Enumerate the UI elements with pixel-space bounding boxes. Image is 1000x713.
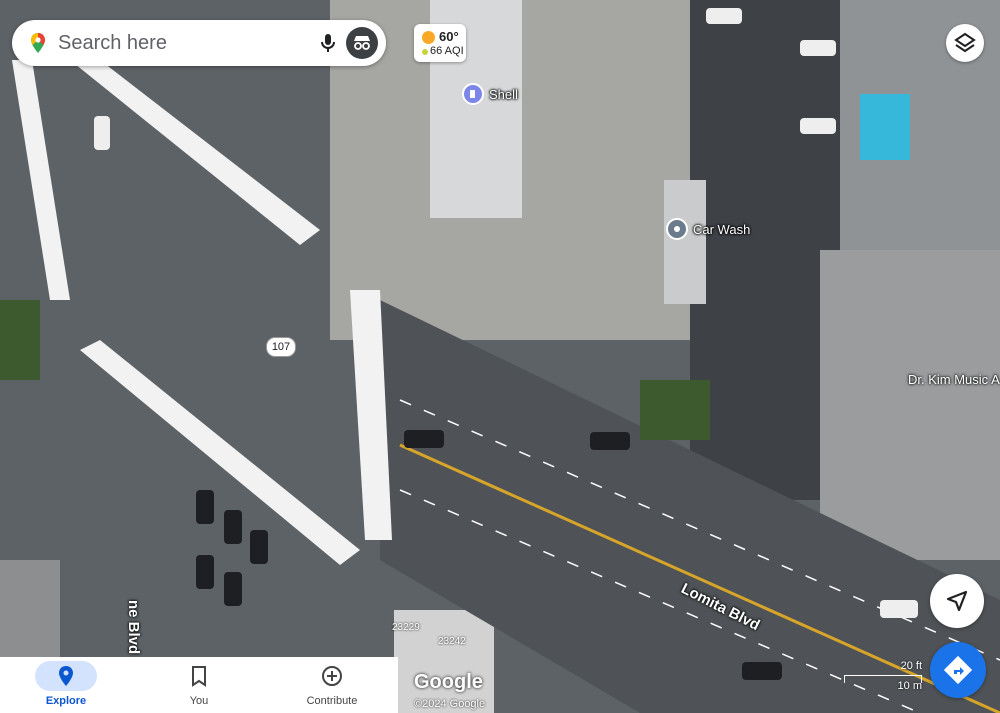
copyright: ©2024 Google <box>414 698 486 710</box>
satellite-map[interactable] <box>0 0 1000 713</box>
pool <box>860 94 910 160</box>
navigation-arrow-icon <box>946 590 968 612</box>
scale-meters: 10 m <box>897 680 922 692</box>
place-pin-icon <box>666 218 688 240</box>
nav-label: You <box>189 695 209 707</box>
building-roof <box>820 250 1000 560</box>
place-label: Car Wash <box>693 221 751 237</box>
incognito-avatar-icon[interactable] <box>346 27 378 59</box>
address-number: 23242 <box>438 636 466 647</box>
scale-bar: 20 ft 10 m <box>844 660 924 694</box>
route-shield: 107 <box>266 337 296 357</box>
weather-chip[interactable]: 60° 66 AQI <box>414 24 466 62</box>
nav-contribute[interactable]: Contribute <box>266 657 398 713</box>
layers-icon <box>954 32 976 53</box>
scale-feet: 20 ft <box>900 660 922 672</box>
search-bar[interactable]: Search here <box>12 20 386 66</box>
search-input[interactable]: Search here <box>58 32 167 55</box>
temperature: 60° <box>439 29 459 44</box>
google-logo: Google <box>414 671 483 693</box>
aqi-dot-icon <box>422 49 428 55</box>
directions-button[interactable] <box>930 642 986 698</box>
directions-icon <box>943 655 973 685</box>
layers-button[interactable] <box>946 24 984 62</box>
place-car-wash[interactable]: Car Wash <box>666 218 750 240</box>
add-circle-icon <box>322 666 342 686</box>
google-maps-pin-icon <box>31 33 45 53</box>
sun-icon <box>422 31 435 44</box>
my-location-button[interactable] <box>930 574 984 628</box>
street-label-ne-blvd: ne Blvd <box>125 600 142 655</box>
aqi-value: 66 AQI <box>430 45 464 57</box>
address-number: 23229 <box>392 622 420 633</box>
nav-you[interactable]: You <box>133 657 265 713</box>
landscape <box>0 300 40 380</box>
place-shell[interactable]: Shell <box>462 83 518 105</box>
car-wash-building <box>664 180 706 304</box>
place-dr-kim-music[interactable]: Dr. Kim Music A <box>908 372 1000 387</box>
bookmark-icon <box>192 666 206 687</box>
place-label: Shell <box>489 86 518 102</box>
bottom-navigation: Explore You Contribute <box>0 657 398 713</box>
gas-station-icon <box>462 83 484 105</box>
pin-icon <box>59 666 73 686</box>
nav-label: Explore <box>45 695 87 707</box>
nav-explore[interactable]: Explore <box>0 657 132 713</box>
landscape <box>640 380 710 440</box>
nav-label: Contribute <box>306 695 358 707</box>
parking-lot <box>690 0 840 500</box>
microphone-icon[interactable] <box>316 31 340 55</box>
